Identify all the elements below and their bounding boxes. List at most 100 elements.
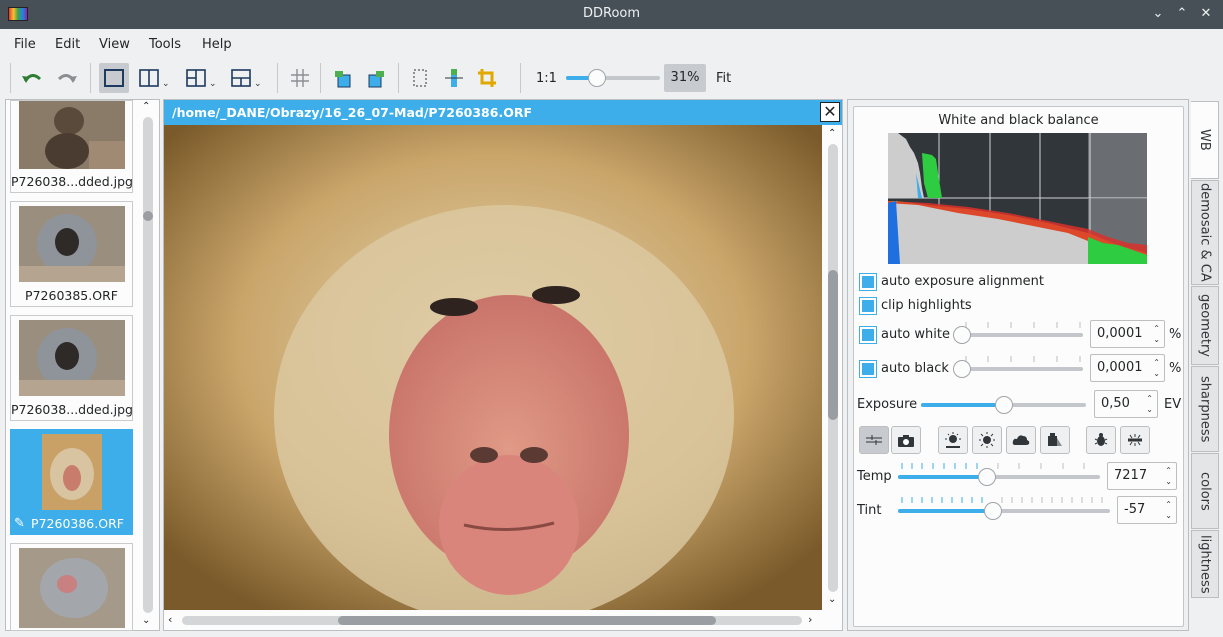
shade-icon[interactable]: [1040, 426, 1070, 454]
thumbnail-label: P726038...dded.jpg: [11, 402, 133, 417]
auto-white-slider[interactable]: [962, 333, 1083, 337]
auto-black-spinbox[interactable]: 0,0001 ⌃ ⌄: [1090, 354, 1165, 382]
split-horizontal-icon[interactable]: [226, 63, 256, 93]
temp-slider-fill: [898, 475, 987, 479]
thumbnail-item[interactable]: P7260385.ORF: [10, 201, 133, 307]
tint-slider-fill: [898, 509, 994, 513]
tab-sharpness[interactable]: sharpness: [1191, 366, 1219, 452]
auto-black-slider[interactable]: [962, 367, 1083, 371]
grid-icon[interactable]: [285, 63, 315, 93]
exposure-unit: EV: [1164, 397, 1182, 412]
split-quad-icon[interactable]: [181, 63, 211, 93]
redo-icon[interactable]: [52, 63, 82, 93]
thumbnail-item[interactable]: P726038...dded.jpg: [10, 100, 133, 193]
rotate-left-icon[interactable]: [328, 63, 358, 93]
auto-exposure-alignment-checkbox[interactable]: [859, 273, 877, 291]
levels-adjust-icon[interactable]: [859, 426, 889, 454]
chevron-right-icon[interactable]: ›: [808, 613, 812, 626]
thumbnail-label: P7260385.ORF: [25, 288, 118, 303]
close-image-button[interactable]: ✕: [820, 102, 840, 122]
exposure-slider-handle[interactable]: [994, 396, 1013, 414]
chevron-down-icon[interactable]: ⌄: [142, 615, 150, 626]
menu-bar: File Edit View Tools Help: [0, 29, 1223, 59]
exposure-value: 0,50: [1101, 396, 1130, 411]
temp-slider-handle[interactable]: [977, 468, 996, 486]
tint-spinbox[interactable]: -57 ⌃ ⌄: [1117, 496, 1177, 524]
bug-icon[interactable]: [1086, 426, 1116, 454]
auto-black-checkbox[interactable]: [859, 360, 877, 378]
thumbnail-scrollbar[interactable]: ⌃ ⌄: [142, 101, 155, 629]
crop-frame-icon[interactable]: [405, 63, 435, 93]
auto-white-unit: %: [1169, 327, 1182, 342]
scrollbar-handle[interactable]: [338, 616, 716, 625]
sun-underline-icon[interactable]: [938, 426, 968, 454]
single-view-icon[interactable]: [99, 63, 129, 93]
spin-arrows-icon[interactable]: ⌃ ⌄: [1165, 499, 1172, 521]
tab-demosaic[interactable]: demosaic & CA: [1191, 180, 1219, 285]
thumbnail-item[interactable]: [10, 543, 133, 631]
chevron-left-icon[interactable]: ‹: [168, 613, 172, 626]
thumbnail-item-selected[interactable]: ✎ P7260386.ORF: [10, 429, 133, 535]
zoom-slider-handle[interactable]: [588, 69, 606, 87]
main-photo[interactable]: [164, 125, 822, 610]
chevron-down-icon[interactable]: ⌄: [828, 594, 836, 605]
undo-icon[interactable]: [17, 63, 47, 93]
tab-wb[interactable]: WB: [1191, 101, 1219, 179]
image-vertical-scrollbar[interactable]: ⌃ ⌄: [826, 128, 840, 610]
temp-label: Temp: [857, 469, 892, 484]
zoom-1to1-button[interactable]: 1:1: [536, 71, 557, 86]
auto-white-label: auto white: [881, 327, 950, 342]
spin-arrows-icon[interactable]: ⌃ ⌄: [1146, 393, 1153, 415]
menu-edit[interactable]: Edit: [55, 37, 80, 52]
menu-view[interactable]: View: [99, 37, 130, 52]
scrollbar-track[interactable]: [143, 117, 153, 613]
close-window-button[interactable]: ✕: [1196, 4, 1216, 24]
zoom-value[interactable]: 31%: [664, 64, 706, 92]
spin-arrows-icon[interactable]: ⌃ ⌄: [1153, 357, 1160, 379]
chevron-up-icon[interactable]: ⌃: [828, 128, 836, 139]
maximize-button[interactable]: ⌃: [1172, 4, 1192, 24]
clip-highlights-checkbox[interactable]: [859, 297, 877, 315]
temp-spinbox[interactable]: 7217 ⌃ ⌄: [1107, 462, 1177, 490]
camera-icon[interactable]: [891, 426, 921, 454]
menu-help[interactable]: Help: [202, 37, 232, 52]
chevron-down-icon[interactable]: ⌄: [254, 79, 262, 89]
level-icon[interactable]: [439, 63, 469, 93]
auto-white-spinbox[interactable]: 0,0001 ⌃ ⌄: [1090, 320, 1165, 348]
auto-black-slider-handle[interactable]: [953, 360, 971, 378]
auto-white-slider-handle[interactable]: [953, 326, 971, 344]
wb-title: White and black balance: [938, 113, 1099, 128]
rotate-right-icon[interactable]: [361, 63, 391, 93]
menu-file[interactable]: File: [14, 37, 36, 52]
tab-geometry[interactable]: geometry: [1191, 286, 1219, 365]
spin-arrows-icon[interactable]: ⌃ ⌄: [1165, 465, 1172, 487]
separator: [398, 63, 399, 93]
minimize-button[interactable]: ⌄: [1148, 4, 1168, 24]
crop-icon[interactable]: [472, 63, 502, 93]
exposure-spinbox[interactable]: 0,50 ⌃ ⌄: [1094, 390, 1158, 418]
image-horizontal-scrollbar[interactable]: ‹ ›: [166, 613, 822, 627]
split-vertical-icon[interactable]: [134, 63, 164, 93]
chevron-up-icon[interactable]: ⌃: [142, 101, 150, 112]
sun-icon[interactable]: [972, 426, 1002, 454]
chevron-down-icon[interactable]: ⌄: [162, 79, 170, 89]
tab-colors[interactable]: colors: [1191, 453, 1219, 529]
thumbnail-item[interactable]: P726038...dded.jpg: [10, 315, 133, 421]
tab-lightness[interactable]: lightness: [1191, 530, 1219, 598]
separator: [10, 63, 11, 93]
spin-arrows-icon[interactable]: ⌃ ⌄: [1153, 323, 1160, 345]
cloud-icon[interactable]: [1006, 426, 1036, 454]
separator: [320, 63, 321, 93]
exposure-slider-fill: [921, 403, 1004, 407]
scrollbar-handle[interactable]: [143, 211, 153, 221]
clip-highlights-label: clip highlights: [881, 298, 972, 313]
chevron-down-icon[interactable]: ⌄: [209, 79, 217, 89]
fit-button[interactable]: Fit: [716, 71, 731, 86]
auto-white-checkbox[interactable]: [859, 326, 877, 344]
thumbnail-image: [19, 101, 125, 169]
scrollbar-handle[interactable]: [828, 270, 838, 420]
auto-white-value: 0,0001: [1097, 326, 1143, 341]
fluorescent-icon[interactable]: [1120, 426, 1150, 454]
menu-tools[interactable]: Tools: [149, 37, 181, 52]
image-path: /home/_DANE/Obrazy/16_26_07-Mad/P7260386…: [164, 100, 842, 125]
